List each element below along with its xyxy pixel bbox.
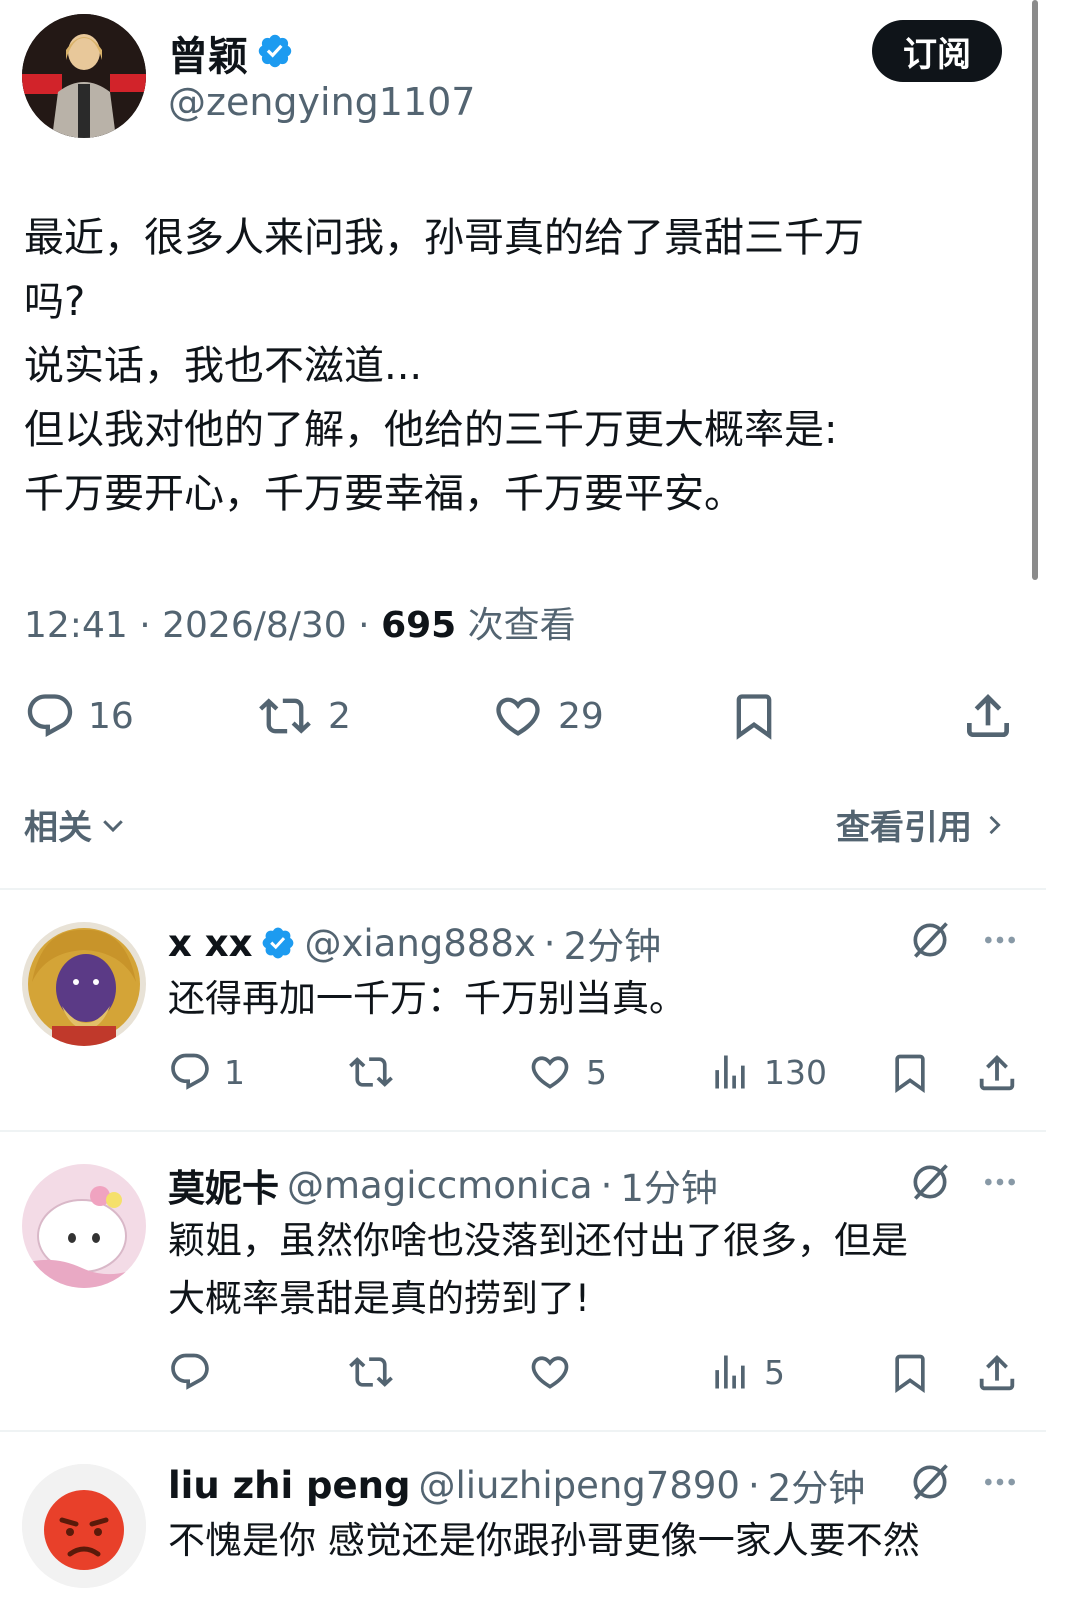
more-icon bbox=[985, 936, 1015, 944]
views-label: 次查看 bbox=[467, 605, 576, 646]
divider bbox=[0, 1130, 1046, 1132]
reply-avatar[interactable] bbox=[22, 1164, 146, 1288]
like-action[interactable] bbox=[526, 1350, 574, 1394]
tweet-meta: 12:41 · 2026/8/30 · 695 次查看 bbox=[24, 605, 576, 646]
views-count: 695 bbox=[381, 605, 457, 646]
bookmark-button[interactable] bbox=[888, 1050, 932, 1100]
view-quotes-label: 查看引用 bbox=[836, 808, 972, 848]
reply-action[interactable]: 16 bbox=[24, 690, 134, 742]
reply-icon bbox=[171, 1053, 209, 1090]
reply-action[interactable] bbox=[168, 1350, 212, 1394]
share-icon bbox=[979, 1354, 1015, 1391]
reply-text: 还得再加一千万：千万别当真。 bbox=[168, 977, 686, 1020]
share-icon bbox=[979, 1054, 1015, 1091]
share-button[interactable] bbox=[960, 688, 1016, 748]
divider bbox=[0, 1430, 1046, 1432]
reply-count: 16 bbox=[88, 695, 134, 737]
reply-count: 1 bbox=[224, 1052, 245, 1092]
grok-button[interactable] bbox=[908, 1460, 952, 1508]
like-icon bbox=[496, 697, 540, 736]
bookmark-icon bbox=[895, 1054, 925, 1094]
author-name-row: 曾颖 bbox=[168, 24, 294, 82]
retweet-action[interactable] bbox=[346, 1050, 396, 1094]
author-avatar[interactable] bbox=[22, 14, 146, 138]
subscribe-button[interactable]: 订阅 bbox=[872, 20, 1002, 82]
reply-time[interactable]: 2分钟 bbox=[768, 1458, 866, 1512]
reply-icon bbox=[27, 694, 73, 738]
retweet-action[interactable] bbox=[346, 1350, 396, 1394]
like-action[interactable]: 5 bbox=[526, 1050, 607, 1094]
reply-author-handle[interactable]: @magiccmonica bbox=[287, 1164, 593, 1207]
reply-text: 不愧是你 感觉还是你跟孙哥更像一家人要不然 bbox=[168, 1519, 920, 1562]
grok-button[interactable] bbox=[908, 1160, 952, 1208]
share-icon bbox=[967, 694, 1009, 737]
retweet-count: 2 bbox=[328, 695, 351, 737]
author-name[interactable]: 曾颖 bbox=[168, 24, 248, 82]
reply-icon bbox=[171, 1353, 209, 1390]
views-count: 130 bbox=[764, 1052, 827, 1092]
more-button[interactable] bbox=[980, 1462, 1020, 1506]
retweet-icon bbox=[259, 698, 311, 734]
divider bbox=[0, 888, 1046, 890]
reply-time[interactable]: 1分钟 bbox=[620, 1158, 718, 1212]
more-icon bbox=[985, 1478, 1015, 1486]
reply-author-name[interactable]: 莫妮卡 bbox=[168, 1158, 279, 1212]
like-icon bbox=[531, 1056, 569, 1089]
like-icon bbox=[531, 1356, 569, 1389]
reply-author-handle[interactable]: @liuzhipeng7890 bbox=[418, 1464, 740, 1507]
retweet-icon bbox=[349, 1357, 393, 1387]
like-action[interactable]: 29 bbox=[490, 690, 604, 742]
grok-icon bbox=[913, 1464, 948, 1500]
reply-time[interactable]: 2分钟 bbox=[564, 916, 662, 970]
grok-button[interactable] bbox=[908, 918, 952, 966]
reply-avatar[interactable] bbox=[22, 922, 146, 1046]
retweet-icon bbox=[349, 1057, 393, 1087]
view-quotes-link[interactable]: 查看引用 bbox=[836, 800, 1008, 849]
bookmark-icon bbox=[895, 1354, 925, 1394]
bookmark-button[interactable] bbox=[728, 688, 780, 748]
chevron-down-icon bbox=[103, 819, 123, 832]
like-count: 29 bbox=[558, 695, 604, 737]
views-icon bbox=[715, 1355, 745, 1389]
retweet-action[interactable]: 2 bbox=[254, 690, 351, 742]
share-button[interactable] bbox=[974, 1350, 1020, 1400]
tweet-text: 最近，很多人来问我，孙哥真的给了景甜三千万 吗? 说实话，我也不滋道... 但以… bbox=[24, 215, 864, 517]
verified-icon bbox=[256, 32, 294, 74]
views-icon bbox=[715, 1055, 745, 1089]
share-button[interactable] bbox=[974, 1050, 1020, 1100]
author-handle[interactable]: @zengying1107 bbox=[168, 80, 476, 124]
more-button[interactable] bbox=[980, 920, 1020, 964]
tweet-date[interactable]: 2026/8/30 bbox=[162, 605, 347, 646]
reply-text: 颖姐，虽然你啥也没落到还付出了很多，但是 大概率景甜是真的捞到了! bbox=[168, 1219, 908, 1320]
views-count: 5 bbox=[764, 1352, 785, 1392]
related-label: 相关 bbox=[24, 808, 92, 848]
reply-header: 莫妮卡 @magiccmonica · 1分钟 bbox=[168, 1158, 718, 1212]
related-toggle[interactable]: 相关 bbox=[24, 800, 128, 849]
bookmark-button[interactable] bbox=[888, 1350, 932, 1400]
like-count: 5 bbox=[586, 1052, 607, 1092]
subscribe-label: 订阅 bbox=[903, 34, 971, 75]
reply-action[interactable]: 1 bbox=[168, 1050, 245, 1094]
chevron-right-icon bbox=[989, 815, 1001, 834]
reply-header: liu zhi peng @liuzhipeng7890 · 2分钟 bbox=[168, 1458, 865, 1512]
reply-author-name[interactable]: x xx bbox=[168, 922, 252, 965]
reply-author-name[interactable]: liu zhi peng bbox=[168, 1464, 410, 1507]
grok-icon bbox=[913, 1164, 948, 1200]
views-action[interactable]: 130 bbox=[708, 1050, 827, 1094]
more-button[interactable] bbox=[980, 1162, 1020, 1206]
verified-icon bbox=[263, 927, 294, 959]
reply-avatar[interactable] bbox=[22, 1464, 146, 1588]
grok-icon bbox=[913, 922, 948, 958]
tweet-time[interactable]: 12:41 bbox=[24, 605, 128, 646]
bookmark-icon bbox=[736, 694, 772, 740]
scrollbar[interactable] bbox=[1032, 0, 1038, 580]
more-icon bbox=[985, 1178, 1015, 1186]
views-action[interactable]: 5 bbox=[708, 1350, 785, 1394]
reply-header: x xx @xiang888x · 2分钟 bbox=[168, 916, 661, 970]
reply-author-handle[interactable]: @xiang888x bbox=[304, 922, 535, 965]
